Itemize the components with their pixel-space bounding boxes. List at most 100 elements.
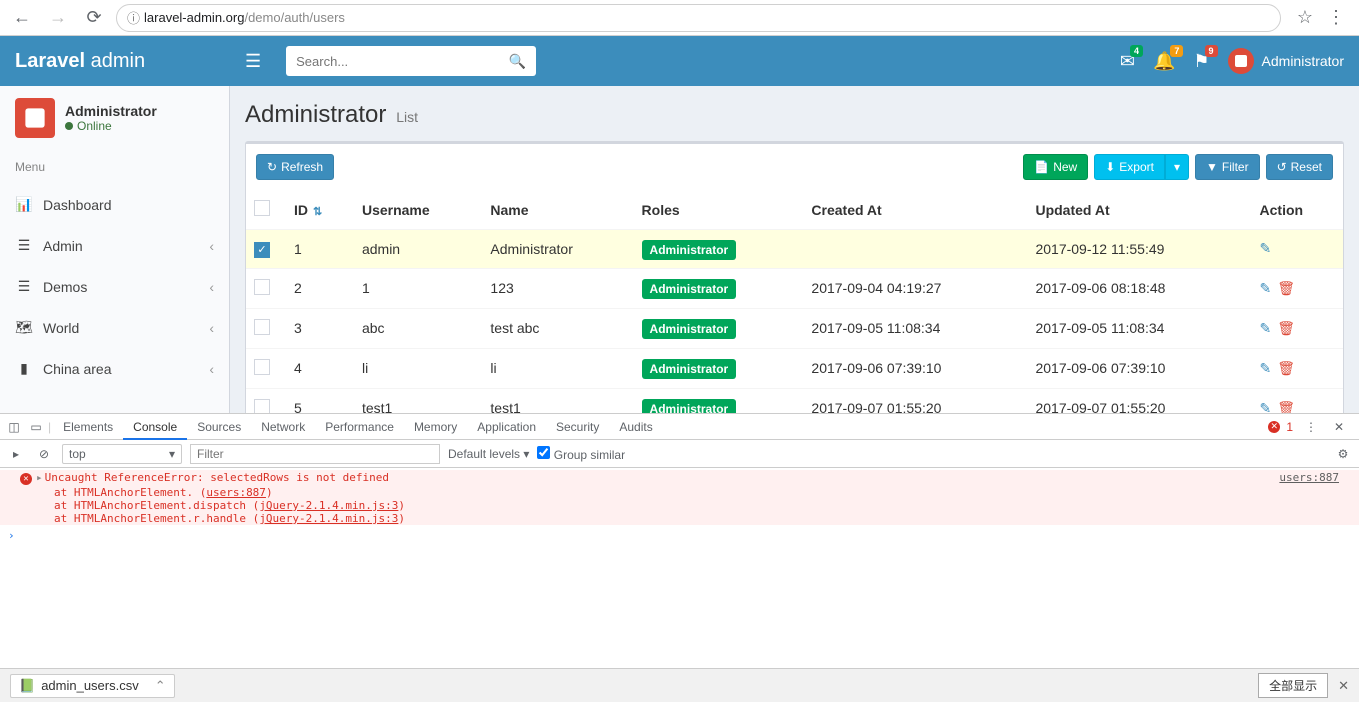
reload-button[interactable]: ⟳ <box>80 4 108 32</box>
reset-button[interactable]: ↺ Reset <box>1266 154 1333 180</box>
download-filename: admin_users.csv <box>41 678 139 693</box>
search-input[interactable] <box>296 54 509 69</box>
stack-frame[interactable]: at HTMLAnchorElement.dispatch (jQuery-2.… <box>0 499 1359 512</box>
flag-icon[interactable]: ⚑9 <box>1193 51 1209 72</box>
error-count-badge[interactable]: ✕1 <box>1268 420 1293 434</box>
edit-icon[interactable]: ✎ <box>1260 320 1272 336</box>
refresh-button[interactable]: ↻ Refresh <box>256 154 334 180</box>
devtools-menu-icon[interactable]: ⋮ <box>1301 420 1321 434</box>
download-item[interactable]: 📗 admin_users.csv ⌃ <box>10 674 175 698</box>
cell-username: test1 <box>354 388 482 413</box>
stack-frame[interactable]: at HTMLAnchorElement. (users:887) <box>0 486 1359 499</box>
bell-badge: 7 <box>1170 45 1183 57</box>
sidebar-user-status: Online <box>65 119 157 133</box>
devtools-tab-network[interactable]: Network <box>251 416 315 438</box>
row-checkbox[interactable] <box>254 319 270 335</box>
devtools-tab-console[interactable]: Console <box>123 416 187 440</box>
menu-label: Demos <box>43 279 199 295</box>
export-button[interactable]: ⬇ Export <box>1094 154 1165 180</box>
filter-button[interactable]: ▼ Filter <box>1195 154 1260 180</box>
console-settings-icon[interactable]: ⚙ <box>1333 447 1353 461</box>
edit-icon[interactable]: ✎ <box>1260 280 1272 296</box>
sidebar-item-china-area[interactable]: ▮China area‹ <box>0 348 229 389</box>
forward-button[interactable]: → <box>44 4 72 32</box>
console-prompt[interactable]: › <box>0 525 1359 546</box>
delete-icon[interactable]: 🗑 <box>1277 400 1295 414</box>
group-similar-checkbox[interactable]: Group similar <box>537 446 625 462</box>
row-checkbox[interactable] <box>254 359 270 375</box>
sort-icon[interactable]: ⇅ <box>310 206 322 218</box>
mail-icon[interactable]: ✉4 <box>1120 51 1135 72</box>
new-button[interactable]: 📄 New <box>1023 154 1088 180</box>
delete-icon[interactable]: 🗑 <box>1277 320 1295 336</box>
row-checkbox[interactable] <box>254 399 270 414</box>
row-checkbox[interactable] <box>254 279 270 295</box>
stack-frame[interactable]: at HTMLAnchorElement.r.handle (jQuery-2.… <box>0 512 1359 525</box>
cell-created: 2017-09-05 11:08:34 <box>803 308 1027 348</box>
role-badge: Administrator <box>642 399 737 413</box>
clear-console-icon[interactable]: ⊘ <box>34 447 54 461</box>
page-title: Administrator <box>245 101 386 128</box>
bell-icon[interactable]: 🔔7 <box>1153 51 1175 72</box>
cell-created: 2017-09-07 01:55:20 <box>803 388 1027 413</box>
back-button[interactable]: ← <box>8 4 36 32</box>
inspect-icon[interactable]: ◫ <box>4 420 24 434</box>
download-caret-icon[interactable]: ⌃ <box>155 678 166 694</box>
sidebar-item-world[interactable]: 🗺World‹ <box>0 307 229 348</box>
global-search[interactable]: 🔍 <box>286 46 536 76</box>
user-menu[interactable]: Administrator <box>1228 48 1344 74</box>
chrome-menu-icon[interactable]: ⋮ <box>1321 7 1351 28</box>
log-levels-select[interactable]: Default levels ▾ <box>448 447 529 461</box>
delete-icon[interactable]: 🗑 <box>1277 360 1295 376</box>
devtools-tab-application[interactable]: Application <box>467 416 546 438</box>
device-toggle-icon[interactable]: ▭ <box>26 420 46 434</box>
app-logo[interactable]: Laravel admin <box>0 50 230 73</box>
bookmark-star-icon[interactable]: ☆ <box>1297 7 1313 28</box>
column-updated-at: Updated At <box>1027 190 1251 230</box>
list-icon: ☰ <box>15 237 33 254</box>
chevron-left-icon: ‹ <box>209 320 214 336</box>
address-bar[interactable]: ⓘ laravel-admin.org/demo/auth/users <box>116 4 1281 32</box>
table-row: ✓ 1 admin Administrator Administrator 20… <box>246 230 1343 269</box>
console-sidebar-icon[interactable]: ▸ <box>6 447 26 461</box>
console-filter-input[interactable] <box>190 444 440 464</box>
devtools-tab-audits[interactable]: Audits <box>609 416 662 438</box>
column-created-at: Created At <box>803 190 1027 230</box>
devtools-panel: ◫ ▭ | ElementsConsoleSourcesNetworkPerfo… <box>0 413 1359 668</box>
cell-username: abc <box>354 308 482 348</box>
devtools-tab-sources[interactable]: Sources <box>187 416 251 438</box>
devtools-tabs: ◫ ▭ | ElementsConsoleSourcesNetworkPerfo… <box>0 414 1359 440</box>
edit-icon[interactable]: ✎ <box>1260 400 1272 414</box>
sidebar-item-dashboard[interactable]: 📊Dashboard <box>0 184 229 225</box>
bar-chart-icon: 📊 <box>15 196 33 213</box>
site-info-icon[interactable]: ⓘ <box>127 8 140 27</box>
search-icon[interactable]: 🔍 <box>509 53 526 70</box>
show-all-downloads-button[interactable]: 全部显示 <box>1258 673 1328 698</box>
select-all-checkbox[interactable] <box>254 200 270 216</box>
row-checkbox[interactable]: ✓ <box>254 242 270 258</box>
devtools-close-icon[interactable]: ✕ <box>1329 420 1349 434</box>
close-download-bar-icon[interactable]: ✕ <box>1338 678 1349 694</box>
column-id[interactable]: ID ⇅ <box>286 190 354 230</box>
delete-icon[interactable]: 🗑 <box>1277 280 1295 296</box>
sidebar-item-demos[interactable]: ☰Demos‹ <box>0 266 229 307</box>
edit-icon[interactable]: ✎ <box>1260 360 1272 376</box>
devtools-tab-memory[interactable]: Memory <box>404 416 467 438</box>
menu-label: World <box>43 320 199 336</box>
sidebar-item-admin[interactable]: ☰Admin‹ <box>0 225 229 266</box>
browser-toolbar: ← → ⟳ ⓘ laravel-admin.org/demo/auth/user… <box>0 0 1359 36</box>
app-frame: Laravel admin ☰ 🔍 ✉4 🔔7 ⚑9 Administrator… <box>0 36 1359 413</box>
cell-created: 2017-09-04 04:19:27 <box>803 268 1027 308</box>
error-source-link[interactable]: users:887 <box>1279 471 1339 485</box>
edit-icon[interactable]: ✎ <box>1260 240 1272 256</box>
export-caret[interactable]: ▾ <box>1165 154 1189 180</box>
devtools-tab-performance[interactable]: Performance <box>315 416 404 438</box>
flag-badge: 9 <box>1205 45 1218 57</box>
devtools-tab-security[interactable]: Security <box>546 416 609 438</box>
console-error[interactable]: ✕▸Uncaught ReferenceError: selectedRows … <box>0 470 1359 486</box>
menu-toggle-icon[interactable]: ☰ <box>230 51 276 72</box>
devtools-tab-elements[interactable]: Elements <box>53 416 123 438</box>
context-select[interactable]: top▾ <box>62 444 182 464</box>
download-bar: 📗 admin_users.csv ⌃ 全部显示 ✕ <box>0 668 1359 702</box>
url-path: /demo/auth/users <box>244 10 344 25</box>
